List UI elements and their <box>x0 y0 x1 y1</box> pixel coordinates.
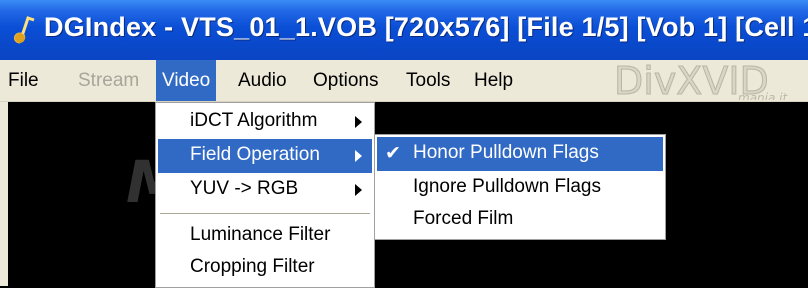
window-title: DGIndex - VTS_01_1.VOB [720x576] [File 1… <box>44 12 808 42</box>
field-operation-submenu: ✔ Honor Pulldown Flags Ignore Pulldown F… <box>374 134 666 240</box>
menu-item-luminance-filter[interactable]: Luminance Filter <box>158 219 372 253</box>
submenu-arrow-icon <box>355 150 362 162</box>
menu-item-label: Honor Pulldown Flags <box>413 142 599 163</box>
menu-help[interactable]: Help <box>474 60 513 101</box>
logo-subtext: mania.it <box>738 91 788 100</box>
menu-video[interactable]: Video <box>156 60 217 101</box>
menu-item-forced-film[interactable]: Forced Film <box>377 203 663 237</box>
menu-item-yuv-rgb[interactable]: YUV -> RGB <box>158 173 372 207</box>
dgindex-app-icon <box>14 16 35 44</box>
menu-item-label: YUV -> RGB <box>190 178 299 199</box>
window-left-border <box>0 102 8 286</box>
menu-item-idct-algorithm[interactable]: iDCT Algorithm <box>158 105 372 139</box>
menu-options[interactable]: Options <box>313 60 378 101</box>
menu-item-label: Cropping Filter <box>190 256 315 277</box>
submenu-arrow-icon <box>355 184 362 196</box>
menu-item-label: Forced Film <box>413 208 514 229</box>
menu-stream[interactable]: Stream <box>78 60 139 101</box>
menu-item-label: iDCT Algorithm <box>190 110 318 131</box>
menu-file[interactable]: File <box>8 60 39 101</box>
menu-tools[interactable]: Tools <box>406 60 450 101</box>
checkmark-icon: ✔ <box>385 143 401 164</box>
menu-item-field-operation[interactable]: Field Operation <box>158 139 372 173</box>
submenu-arrow-icon <box>355 116 362 128</box>
menu-item-ignore-pulldown-flags[interactable]: Ignore Pulldown Flags <box>377 171 663 205</box>
menu-item-honor-pulldown-flags[interactable]: ✔ Honor Pulldown Flags <box>377 137 663 171</box>
menu-audio[interactable]: Audio <box>238 60 287 101</box>
title-bar[interactable]: DGIndex - VTS_01_1.VOB [720x576] [File 1… <box>0 0 808 60</box>
menu-item-label: Ignore Pulldown Flags <box>413 176 601 197</box>
divxvid-logo: DivXVID mania.it <box>614 59 789 101</box>
menu-separator <box>160 213 370 214</box>
menu-item-label: Field Operation <box>190 144 320 165</box>
menu-item-cropping-filter[interactable]: Cropping Filter <box>158 251 372 285</box>
video-menu: iDCT Algorithm Field Operation YUV -> RG… <box>155 102 375 288</box>
menu-item-label: Luminance Filter <box>190 224 331 245</box>
